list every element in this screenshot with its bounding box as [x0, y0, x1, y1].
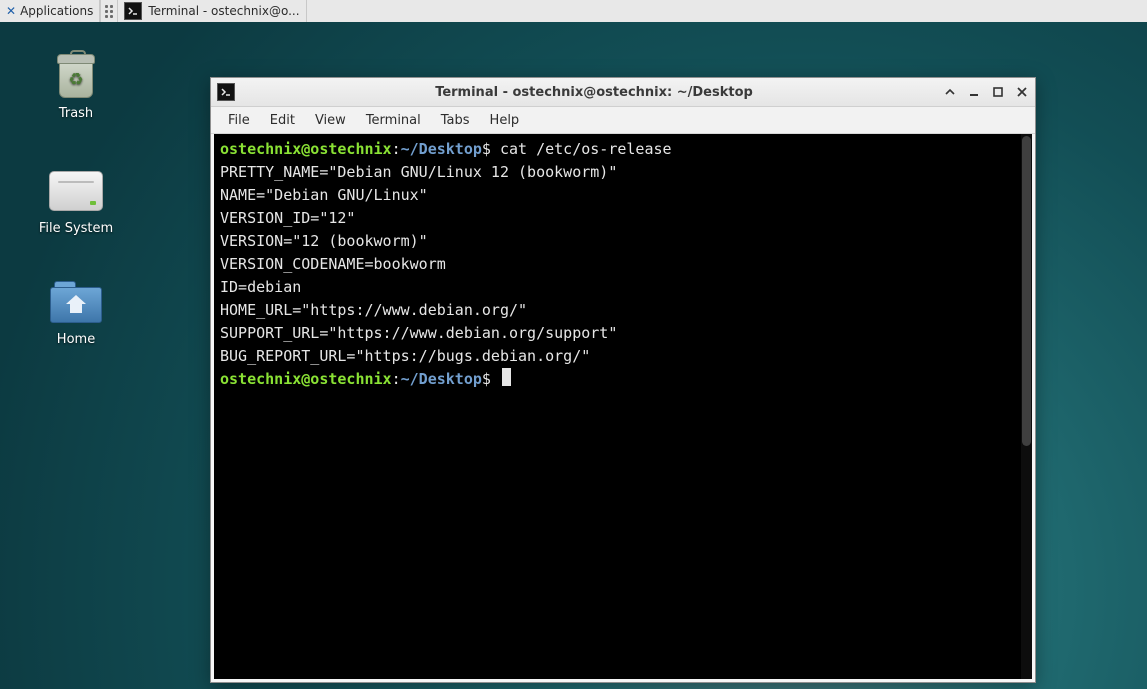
terminal-line: HOME_URL="https://www.debian.org/": [220, 299, 1026, 322]
window-maximize-button[interactable]: [991, 85, 1005, 99]
window-title: Terminal - ostechnix@ostechnix: ~/Deskto…: [245, 85, 943, 100]
desktop-icon-label: File System: [28, 221, 124, 236]
terminal-line: NAME="Debian GNU/Linux": [220, 184, 1026, 207]
desktop-icon-filesystem[interactable]: File System: [28, 167, 124, 236]
window-close-button[interactable]: [1015, 85, 1029, 99]
taskbar-item-terminal[interactable]: Terminal - ostechnix@o...: [118, 0, 306, 22]
menu-edit[interactable]: Edit: [261, 110, 304, 131]
desktop-icon-label: Trash: [28, 106, 124, 121]
cursor: [502, 368, 511, 386]
applications-label: Applications: [20, 4, 93, 18]
menu-view[interactable]: View: [306, 110, 355, 131]
drive-icon: [49, 167, 103, 215]
terminal-content[interactable]: ostechnix@ostechnix:~/Desktop$ cat /etc/…: [214, 134, 1032, 395]
window-controls: [943, 85, 1029, 99]
desktop[interactable]: ♻ Trash File System Home Terminal - oste…: [0, 22, 1147, 689]
terminal-line: ostechnix@ostechnix:~/Desktop$: [220, 368, 1026, 391]
scrollbar-thumb[interactable]: [1022, 136, 1031, 446]
terminal-line: VERSION="12 (bookworm)": [220, 230, 1026, 253]
menu-file[interactable]: File: [219, 110, 259, 131]
terminal-line: VERSION_CODENAME=bookworm: [220, 253, 1026, 276]
drag-handle-icon: [105, 5, 113, 18]
trash-icon: ♻: [49, 52, 103, 100]
applications-menu[interactable]: ✕ Applications: [0, 0, 100, 22]
scrollbar[interactable]: [1021, 134, 1032, 679]
terminal-line: PRETTY_NAME="Debian GNU/Linux 12 (bookwo…: [220, 161, 1026, 184]
terminal-line: SUPPORT_URL="https://www.debian.org/supp…: [220, 322, 1026, 345]
panel-separator: [100, 0, 118, 22]
terminal-icon: [124, 2, 142, 20]
desktop-icon-trash[interactable]: ♻ Trash: [28, 52, 124, 121]
home-folder-icon: [49, 278, 103, 326]
desktop-icon-label: Home: [28, 332, 124, 347]
taskbar-item-label: Terminal - ostechnix@o...: [148, 4, 299, 18]
desktop-icon-home[interactable]: Home: [28, 278, 124, 347]
window-shade-button[interactable]: [943, 85, 957, 99]
xfce-logo-icon: ✕: [6, 4, 16, 18]
terminal-line: ID=debian: [220, 276, 1026, 299]
terminal-line: ostechnix@ostechnix:~/Desktop$ cat /etc/…: [220, 138, 1026, 161]
menubar: File Edit View Terminal Tabs Help: [211, 107, 1035, 134]
terminal-viewport[interactable]: ostechnix@ostechnix:~/Desktop$ cat /etc/…: [214, 134, 1032, 679]
terminal-line: VERSION_ID="12": [220, 207, 1026, 230]
menu-terminal[interactable]: Terminal: [357, 110, 430, 131]
top-panel: ✕ Applications Terminal - ostechnix@o...: [0, 0, 1147, 23]
window-titlebar[interactable]: Terminal - ostechnix@ostechnix: ~/Deskto…: [211, 78, 1035, 107]
menu-help[interactable]: Help: [481, 110, 529, 131]
terminal-line: BUG_REPORT_URL="https://bugs.debian.org/…: [220, 345, 1026, 368]
window-minimize-button[interactable]: [967, 85, 981, 99]
menu-tabs[interactable]: Tabs: [432, 110, 479, 131]
terminal-icon: [217, 83, 235, 101]
terminal-window: Terminal - ostechnix@ostechnix: ~/Deskto…: [210, 77, 1036, 683]
